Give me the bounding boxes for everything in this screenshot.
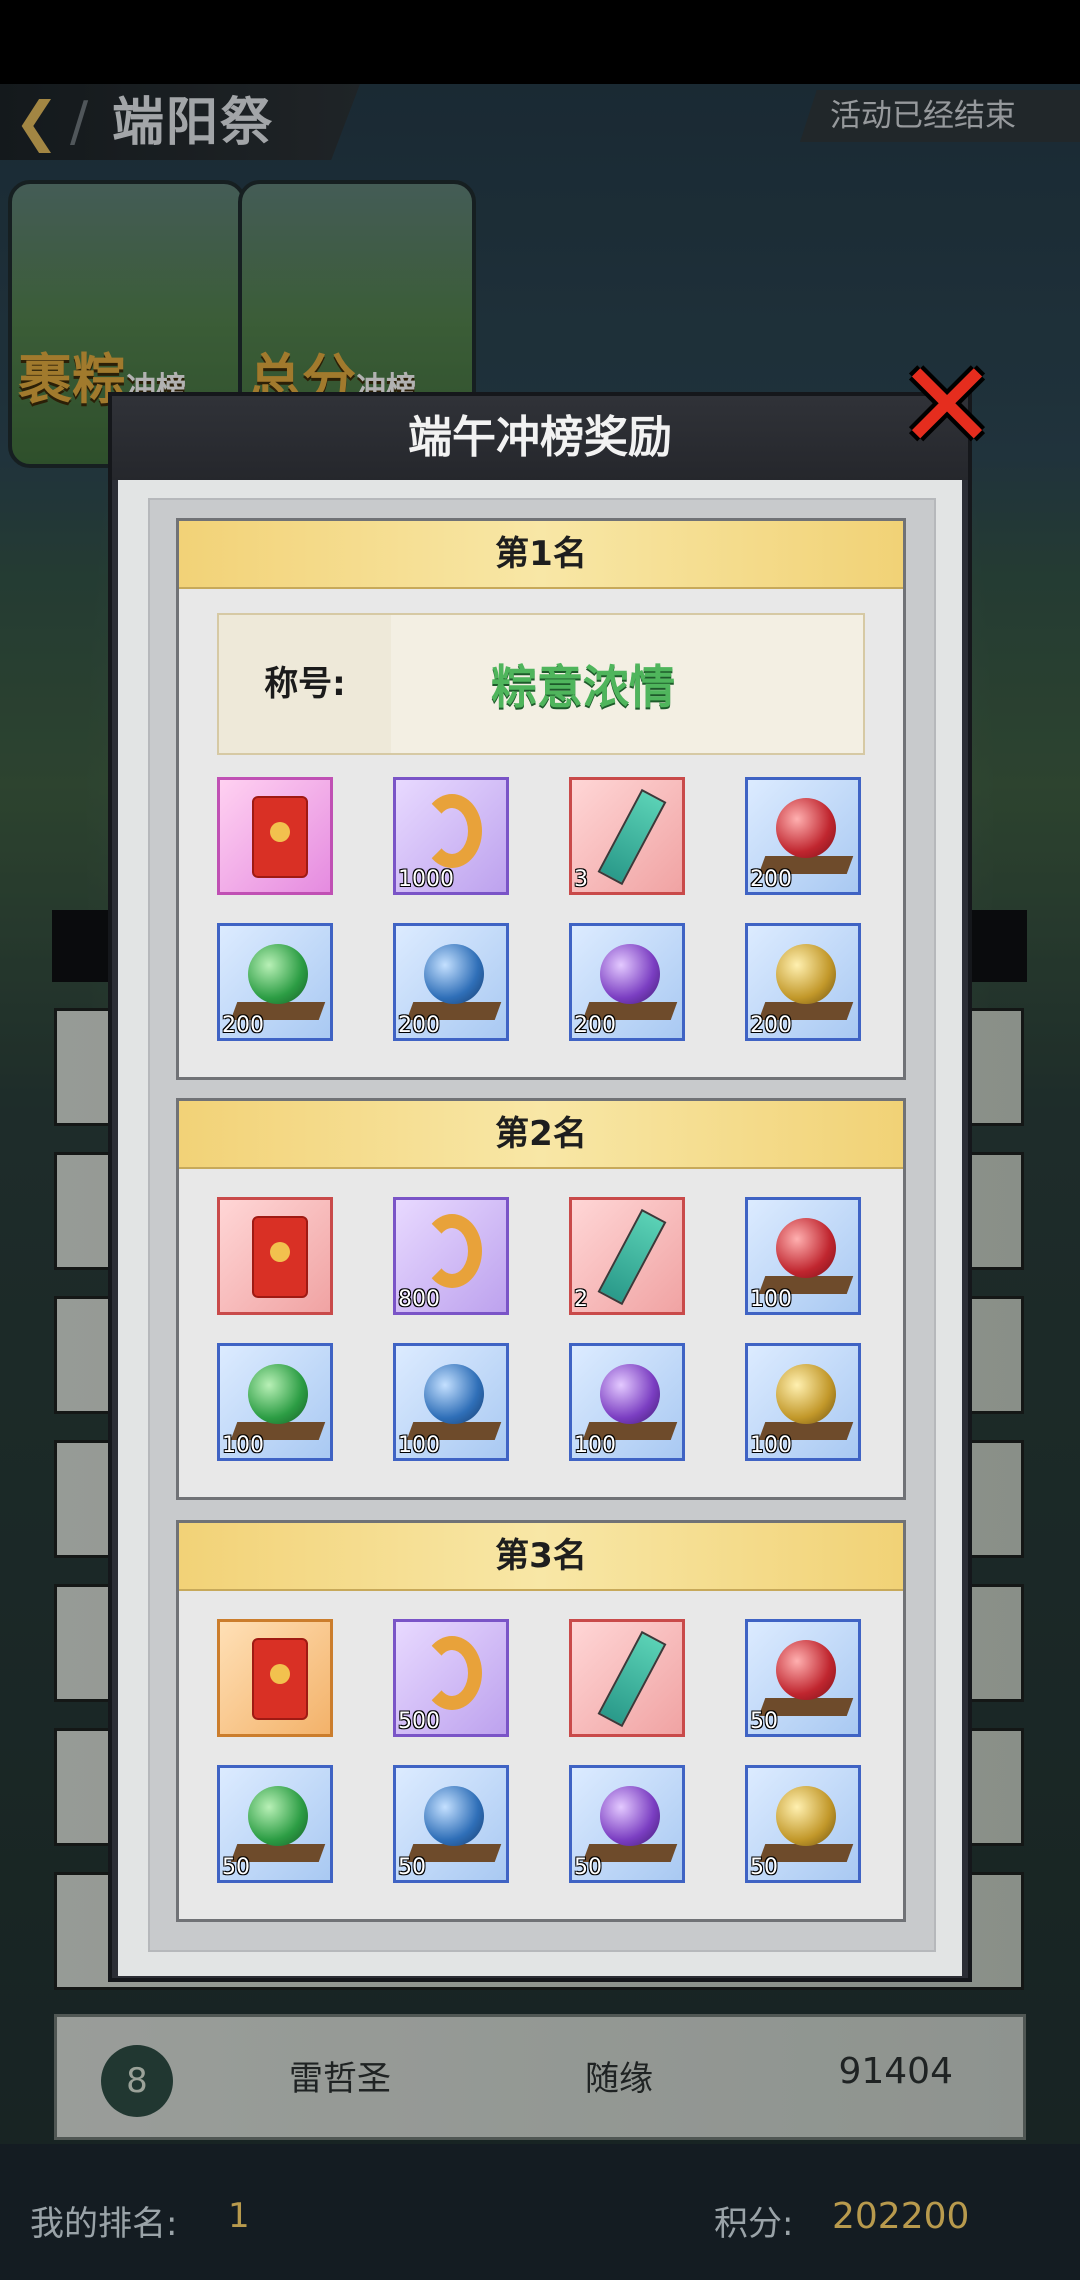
section-heading: 第2名 — [179, 1101, 903, 1169]
item-quantity: 200 — [574, 1013, 616, 1038]
item-quantity: 200 — [750, 1013, 792, 1038]
scroll-graphic — [597, 788, 667, 886]
jade-scroll-icon[interactable]: 3 — [569, 777, 685, 895]
envelope-graphic — [252, 796, 308, 878]
modal-title: 端午冲榜奖励 — [112, 396, 968, 480]
my-rank-value: 1 — [228, 2196, 250, 2236]
score-value: 202200 — [832, 2196, 970, 2237]
green-orb-icon[interactable]: 100 — [217, 1343, 333, 1461]
gold-orb-icon[interactable]: 50 — [745, 1765, 861, 1883]
orb-graphic — [600, 944, 660, 1004]
orb-graphic — [776, 944, 836, 1004]
envelope-graphic — [252, 1638, 308, 1720]
orb-graphic — [776, 798, 836, 858]
golden-fish-icon[interactable]: 1000 — [393, 777, 509, 895]
orb-graphic — [424, 1364, 484, 1424]
orb-graphic — [424, 1786, 484, 1846]
item-quantity: 800 — [398, 1287, 440, 1312]
reward-section-rank-1: 第1名 称号: 粽意浓情 1000 3 200 200 200 200 200 — [176, 518, 906, 1080]
item-quantity: 1000 — [398, 867, 454, 892]
orb-graphic — [248, 1786, 308, 1846]
orb-graphic — [424, 944, 484, 1004]
reward-section-rank-2: 第2名 800 2 100 100 100 100 100 — [176, 1098, 906, 1500]
item-quantity: 200 — [398, 1013, 440, 1038]
blue-orb-icon[interactable]: 100 — [393, 1343, 509, 1461]
score-label: 积分: — [714, 2204, 794, 2244]
fish-graphic — [422, 794, 482, 868]
jade-scroll-icon[interactable] — [569, 1619, 685, 1737]
red-envelope-icon[interactable] — [217, 1619, 333, 1737]
fish-graphic — [422, 1214, 482, 1288]
orb-graphic — [776, 1640, 836, 1700]
blue-orb-icon[interactable]: 50 — [393, 1765, 509, 1883]
scroll-graphic — [597, 1208, 667, 1306]
item-quantity: 50 — [750, 1709, 778, 1734]
my-rank-label: 我的排名: — [30, 2204, 178, 2244]
red-orb-icon[interactable]: 50 — [745, 1619, 861, 1737]
red-orb-icon[interactable]: 100 — [745, 1197, 861, 1315]
orb-graphic — [600, 1786, 660, 1846]
envelope-graphic — [252, 1216, 308, 1298]
item-quantity: 100 — [750, 1287, 792, 1312]
title-art: 粽意浓情 — [391, 615, 863, 753]
title-reward-box: 称号: 粽意浓情 — [217, 613, 865, 755]
golden-fish-icon[interactable]: 500 — [393, 1619, 509, 1737]
item-quantity: 100 — [222, 1433, 264, 1458]
item-quantity: 50 — [574, 1855, 602, 1880]
orb-graphic — [776, 1218, 836, 1278]
item-quantity: 50 — [398, 1855, 426, 1880]
item-quantity: 200 — [222, 1013, 264, 1038]
section-heading: 第1名 — [179, 521, 903, 589]
item-quantity: 100 — [574, 1433, 616, 1458]
item-quantity: 3 — [574, 867, 588, 892]
orb-graphic — [776, 1786, 836, 1846]
item-quantity: 50 — [750, 1855, 778, 1880]
gold-orb-icon[interactable]: 200 — [745, 923, 861, 1041]
red-orb-icon[interactable]: 200 — [745, 777, 861, 895]
green-orb-icon[interactable]: 200 — [217, 923, 333, 1041]
gold-orb-icon[interactable]: 100 — [745, 1343, 861, 1461]
red-envelope-icon[interactable] — [217, 777, 333, 895]
scroll-graphic — [597, 1630, 667, 1728]
item-quantity: 100 — [750, 1433, 792, 1458]
item-quantity: 50 — [222, 1855, 250, 1880]
purple-orb-icon[interactable]: 50 — [569, 1765, 685, 1883]
close-icon[interactable]: ✕ — [892, 347, 1002, 467]
section-heading: 第3名 — [179, 1523, 903, 1591]
golden-fish-icon[interactable]: 800 — [393, 1197, 509, 1315]
blue-orb-icon[interactable]: 200 — [393, 923, 509, 1041]
jade-scroll-icon[interactable]: 2 — [569, 1197, 685, 1315]
title-label: 称号: — [219, 615, 391, 753]
item-quantity: 2 — [574, 1287, 588, 1312]
item-quantity: 500 — [398, 1709, 440, 1734]
item-quantity: 100 — [398, 1433, 440, 1458]
status-bar-area — [0, 0, 1080, 84]
orb-graphic — [248, 1364, 308, 1424]
orb-graphic — [600, 1364, 660, 1424]
item-quantity: 200 — [750, 867, 792, 892]
purple-orb-icon[interactable]: 100 — [569, 1343, 685, 1461]
title-value: 粽意浓情 — [491, 660, 675, 714]
orb-graphic — [776, 1364, 836, 1424]
reward-section-rank-3: 第3名 500 50 50 50 50 50 — [176, 1520, 906, 1922]
red-envelope-icon[interactable] — [217, 1197, 333, 1315]
fish-graphic — [422, 1636, 482, 1710]
green-orb-icon[interactable]: 50 — [217, 1765, 333, 1883]
orb-graphic — [248, 944, 308, 1004]
purple-orb-icon[interactable]: 200 — [569, 923, 685, 1041]
